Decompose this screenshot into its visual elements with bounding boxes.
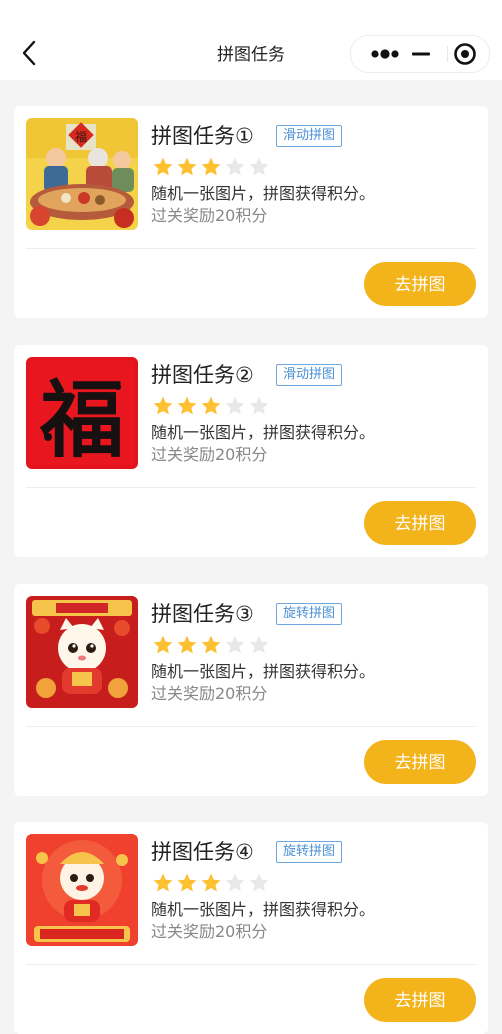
star-filled-icon — [153, 873, 173, 892]
divider — [26, 726, 476, 727]
svg-text:福: 福 — [75, 129, 87, 144]
minimize-button[interactable] — [409, 36, 445, 72]
task-thumbnail-lion-dance — [26, 834, 138, 946]
star-filled-icon — [153, 635, 173, 654]
puzzle-task-card: 拼图任务③ 旋转拼图 随机一张图片，拼图获得积分。 过关奖励20积分 去拼图 — [14, 584, 488, 796]
go-puzzle-button[interactable]: 去拼图 — [364, 262, 476, 306]
puzzle-type-tag: 滑动拼图 — [276, 125, 343, 147]
puzzle-type-tag: 旋转拼图 — [276, 603, 343, 625]
star-empty-icon — [225, 635, 245, 654]
difficulty-rating — [152, 872, 272, 894]
star-filled-icon — [201, 157, 221, 176]
task-title: 拼图任务③ — [151, 602, 254, 626]
divider — [26, 248, 476, 249]
task-reward: 过关奖励20积分 — [151, 684, 268, 703]
go-puzzle-button[interactable]: 去拼图 — [364, 501, 476, 545]
close-target-icon — [454, 43, 476, 65]
star-filled-icon — [177, 635, 197, 654]
close-button[interactable] — [449, 36, 485, 72]
task-reward: 过关奖励20积分 — [151, 445, 268, 464]
star-empty-icon — [249, 635, 269, 654]
star-empty-icon — [225, 157, 245, 176]
star-filled-icon — [153, 157, 173, 176]
task-thumbnail-tiger-cat — [26, 596, 138, 708]
star-filled-icon — [201, 635, 221, 654]
more-button[interactable] — [361, 36, 411, 72]
go-puzzle-button[interactable]: 去拼图 — [364, 740, 476, 784]
task-title: 拼图任务② — [151, 363, 254, 387]
mini-program-capsule — [350, 35, 490, 73]
difficulty-rating — [152, 156, 272, 178]
star-filled-icon — [177, 396, 197, 415]
star-filled-icon — [153, 396, 173, 415]
go-puzzle-button[interactable]: 去拼图 — [364, 978, 476, 1022]
puzzle-task-card: 拼图任务④ 旋转拼图 随机一张图片，拼图获得积分。 过关奖励20积分 去拼图 — [14, 822, 488, 1034]
star-empty-icon — [249, 157, 269, 176]
star-empty-icon — [249, 873, 269, 892]
task-description: 随机一张图片，拼图获得积分。 — [151, 423, 376, 442]
star-filled-icon — [201, 873, 221, 892]
star-empty-icon — [225, 873, 245, 892]
star-empty-icon — [225, 396, 245, 415]
task-thumbnail-fu-calligraphy: 福 — [26, 357, 138, 469]
star-empty-icon — [249, 396, 269, 415]
task-reward: 过关奖励20积分 — [151, 922, 268, 941]
capsule-divider — [447, 46, 448, 62]
divider — [26, 487, 476, 488]
puzzle-type-tag: 旋转拼图 — [276, 841, 343, 863]
divider — [26, 964, 476, 965]
task-thumbnail-family-dinner: 福 — [26, 118, 138, 230]
task-title: 拼图任务④ — [151, 840, 254, 864]
task-description: 随机一张图片，拼图获得积分。 — [151, 900, 376, 919]
star-filled-icon — [177, 157, 197, 176]
difficulty-rating — [152, 395, 272, 417]
task-title: 拼图任务① — [151, 124, 254, 148]
navigation-bar: 拼图任务 — [0, 0, 502, 80]
task-description: 随机一张图片，拼图获得积分。 — [151, 184, 376, 203]
puzzle-task-card: 福 拼图任务① 滑动拼图 随机一张图片，拼图获得积分。 过关奖励20积分 去拼图 — [14, 106, 488, 318]
svg-text:福: 福 — [39, 370, 124, 469]
task-description: 随机一张图片，拼图获得积分。 — [151, 662, 376, 681]
minimize-icon — [412, 52, 430, 56]
difficulty-rating — [152, 634, 272, 656]
star-filled-icon — [177, 873, 197, 892]
more-icon — [371, 49, 399, 59]
task-reward: 过关奖励20积分 — [151, 206, 268, 225]
puzzle-type-tag: 滑动拼图 — [276, 364, 343, 386]
star-filled-icon — [201, 396, 221, 415]
puzzle-task-card: 福 拼图任务② 滑动拼图 随机一张图片，拼图获得积分。 过关奖励20积分 去拼图 — [14, 345, 488, 557]
